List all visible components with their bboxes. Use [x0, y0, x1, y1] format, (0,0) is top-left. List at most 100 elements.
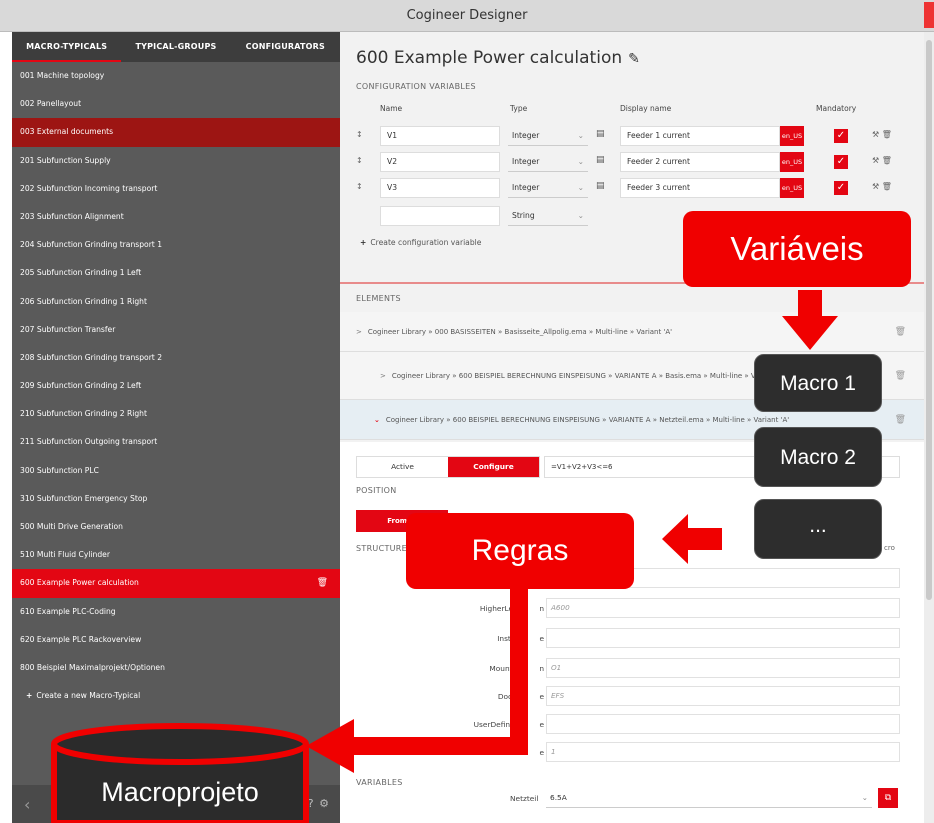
- page-title-text: 600 Example Power calculation: [356, 48, 623, 68]
- element-path: Cogineer Library » 600 BEISPIEL BERECHNU…: [385, 416, 790, 424]
- trash-icon[interactable]: 🗑: [895, 352, 906, 399]
- language-button[interactable]: en_US: [780, 126, 804, 146]
- type-value: Integer: [512, 131, 540, 140]
- tab-configurators[interactable]: CONFIGURATORS: [231, 32, 340, 62]
- chevron-right-icon[interactable]: >: [380, 372, 386, 380]
- chevron-down-icon: ⌄: [577, 131, 584, 140]
- annotation-variaveis: Variáveis: [683, 211, 911, 287]
- pencil-icon[interactable]: ✎: [628, 51, 640, 67]
- list-icon[interactable]: ▤: [596, 129, 605, 139]
- drag-handle-icon[interactable]: ↕: [356, 156, 363, 165]
- close-button[interactable]: [924, 2, 934, 28]
- sidebar-item[interactable]: 500 Multi Drive Generation: [12, 513, 340, 541]
- chevron-right-icon[interactable]: >: [356, 328, 362, 336]
- sidebar-item[interactable]: 211 Subfunction Outgoing transport: [12, 428, 340, 456]
- create-macro-typical-button[interactable]: + Create a new Macro-Typical: [12, 682, 340, 710]
- mandatory-checkbox[interactable]: ✓: [834, 129, 848, 143]
- sidebar-item-selected[interactable]: 600 Example Power calculation 🗑: [12, 569, 340, 598]
- sidebar-item[interactable]: 208 Subfunction Grinding transport 2: [12, 344, 340, 372]
- sidebar-item[interactable]: 201 Subfunction Supply: [12, 147, 340, 175]
- structure-field[interactable]: O1: [546, 658, 900, 678]
- display-name-input[interactable]: Feeder 1 current: [620, 126, 780, 146]
- column-header-mandatory: Mandatory: [816, 104, 857, 113]
- element-path: Cogineer Library » 000 BASISSEITEN » Bas…: [367, 328, 673, 336]
- variable-type-select[interactable]: Integer ⌄: [508, 126, 588, 146]
- list-icon[interactable]: ▤: [596, 155, 605, 165]
- type-value: Integer: [512, 183, 540, 192]
- annotation-macro2: Macro 2: [754, 427, 882, 487]
- annotation-more: ...: [754, 499, 882, 559]
- new-variable-name-input[interactable]: [380, 206, 500, 226]
- structure-field[interactable]: [546, 628, 900, 648]
- variable-type-select[interactable]: Integer ⌄: [508, 178, 588, 198]
- annotation-regras: Regras: [406, 513, 634, 589]
- sidebar-item[interactable]: 206 Subfunction Grinding 1 Right: [12, 288, 340, 316]
- sidebar-item[interactable]: 210 Subfunction Grinding 2 Right: [12, 400, 340, 428]
- sidebar-item[interactable]: 300 Subfunction PLC: [12, 457, 340, 485]
- structure-field[interactable]: 1: [546, 742, 900, 762]
- sidebar-item[interactable]: 001 Machine topology: [12, 62, 340, 90]
- language-button[interactable]: en_US: [780, 178, 804, 198]
- active-configure-toggle: Active Configure: [356, 456, 540, 478]
- row-actions-icons[interactable]: ⚒ 🗑: [872, 156, 892, 165]
- scrollbar-thumb[interactable]: [926, 40, 932, 600]
- main-scrollbar[interactable]: [924, 32, 934, 823]
- sidebar-item[interactable]: 620 Example PLC Rackoverview: [12, 626, 340, 654]
- variable-row: ↕ V3 Integer ⌄ ▤ Feeder 3 current en_US ✓…: [356, 178, 896, 198]
- structure-field[interactable]: A600: [546, 598, 900, 618]
- active-tab[interactable]: Active: [357, 457, 448, 477]
- variable-name-input[interactable]: V3: [380, 178, 500, 198]
- annotation-macro1: Macro 1: [754, 354, 882, 412]
- variable-name-input[interactable]: V1: [380, 126, 500, 146]
- element-row[interactable]: > Cogineer Library » 000 BASISSEITEN » Ba…: [340, 312, 934, 352]
- variable-type-select[interactable]: Integer ⌄: [508, 152, 588, 172]
- config-section-title: CONFIGURATION VARIABLES: [356, 82, 476, 91]
- create-variable-button[interactable]: + Create configuration variable: [360, 238, 481, 247]
- variable-name-input[interactable]: V2: [380, 152, 500, 172]
- tab-macro-typicals[interactable]: MACRO-TYPICALS: [12, 32, 122, 62]
- sidebar-item[interactable]: 202 Subfunction Incoming transport: [12, 175, 340, 203]
- column-header-type: Type: [510, 104, 528, 113]
- list-icon[interactable]: ▤: [596, 181, 605, 191]
- drag-handle-icon[interactable]: ↕: [356, 130, 363, 139]
- sidebar-item[interactable]: 204 Subfunction Grinding transport 1: [12, 231, 340, 259]
- row-actions-icons[interactable]: ⚒ 🗑: [872, 182, 892, 191]
- configure-tab[interactable]: Configure: [448, 457, 539, 477]
- sidebar-item[interactable]: 205 Subfunction Grinding 1 Left: [12, 259, 340, 287]
- column-header-display: Display name: [620, 104, 672, 113]
- structure-field[interactable]: EFS: [546, 686, 900, 706]
- sidebar-item[interactable]: 610 Example PLC-Coding: [12, 598, 340, 626]
- chevron-left-icon[interactable]: ‹: [24, 795, 30, 814]
- elements-section-title: ELEMENTS: [356, 294, 401, 303]
- sidebar-item[interactable]: 203 Subfunction Alignment: [12, 203, 340, 231]
- language-button[interactable]: en_US: [780, 152, 804, 172]
- window-title: Cogineer Designer: [406, 8, 528, 23]
- chevron-down-icon[interactable]: ⌄: [374, 416, 380, 424]
- row-actions-icons[interactable]: ⚒ 🗑: [872, 130, 892, 139]
- type-value: String: [512, 211, 535, 220]
- tab-typical-groups[interactable]: TYPICAL-GROUPS: [121, 32, 230, 62]
- chevron-down-icon: ⌄: [577, 211, 584, 220]
- display-name-input[interactable]: Feeder 3 current: [620, 178, 780, 198]
- sidebar-item[interactable]: 207 Subfunction Transfer: [12, 316, 340, 344]
- mandatory-checkbox[interactable]: ✓: [834, 181, 848, 195]
- sidebar-item[interactable]: 209 Subfunction Grinding 2 Left: [12, 372, 340, 400]
- trash-icon[interactable]: 🗑: [895, 312, 906, 351]
- open-icon[interactable]: ⧉: [878, 788, 898, 808]
- display-name-input[interactable]: Feeder 2 current: [620, 152, 780, 172]
- sidebar-item[interactable]: 310 Subfunction Emergency Stop: [12, 485, 340, 513]
- sidebar-item[interactable]: 510 Multi Fluid Cylinder: [12, 541, 340, 569]
- type-value: Integer: [512, 157, 540, 166]
- sidebar-item[interactable]: 800 Beispiel Maximalprojekt/Optionen: [12, 654, 340, 682]
- annotation-macroprojeto: Macroprojeto: [101, 777, 259, 807]
- sidebar-tabs: MACRO-TYPICALS TYPICAL-GROUPS CONFIGURAT…: [12, 32, 340, 62]
- structure-section-title: STRUCTURE: [356, 544, 408, 553]
- mandatory-checkbox[interactable]: ✓: [834, 155, 848, 169]
- drag-handle-icon[interactable]: ↕: [356, 182, 363, 191]
- structure-field[interactable]: [546, 714, 900, 734]
- sidebar-item[interactable]: 002 Panellayout: [12, 90, 340, 118]
- sidebar-item[interactable]: 003 External documents: [12, 118, 340, 147]
- netzteil-select[interactable]: 6.5A ⌄: [546, 788, 872, 808]
- new-variable-type-select[interactable]: String ⌄: [508, 206, 588, 226]
- trash-icon[interactable]: 🗑: [895, 400, 906, 439]
